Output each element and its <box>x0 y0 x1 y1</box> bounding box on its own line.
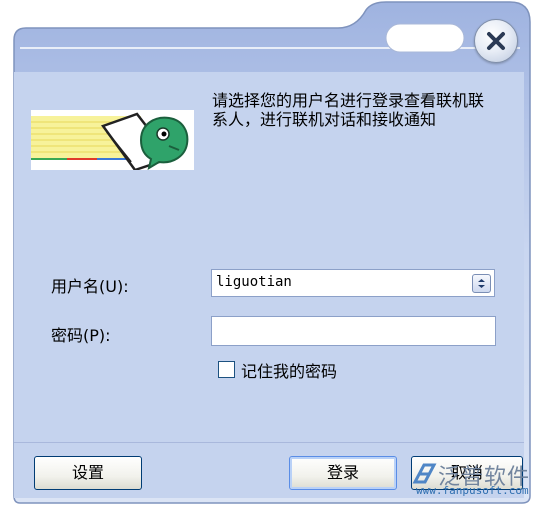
login-dialog: 请选择您的用户名进行登录查看联机联系人，进行联机对话和接收通知 用户名(U): … <box>0 0 538 505</box>
close-button[interactable] <box>474 19 518 63</box>
dropdown-arrow-icon <box>478 279 485 288</box>
remember-password-label[interactable]: 记住我的密码 <box>241 358 337 382</box>
banner-graphic <box>31 110 194 170</box>
username-label: 用户名(U): <box>51 277 129 296</box>
username-value: liguotian <box>216 274 292 290</box>
login-button[interactable]: 登录 <box>289 456 397 490</box>
messenger-logo-icon <box>31 110 194 170</box>
settings-button[interactable]: 设置 <box>34 456 142 490</box>
username-combobox[interactable]: liguotian <box>211 269 495 297</box>
watermark: 泛普软件 www.fanpusoft.com <box>408 456 534 502</box>
watermark-url: www.fanpusoft.com <box>416 484 529 497</box>
password-label: 密码(P): <box>51 326 111 345</box>
password-input[interactable] <box>211 316 496 346</box>
close-icon <box>487 32 505 50</box>
instruction-text: 请选择您的用户名进行登录查看联机联系人，进行联机对话和接收通知 <box>212 91 485 129</box>
remember-password-checkbox[interactable] <box>218 361 235 378</box>
fanpu-logo-icon <box>412 463 437 484</box>
username-dropdown-button[interactable] <box>472 274 491 293</box>
